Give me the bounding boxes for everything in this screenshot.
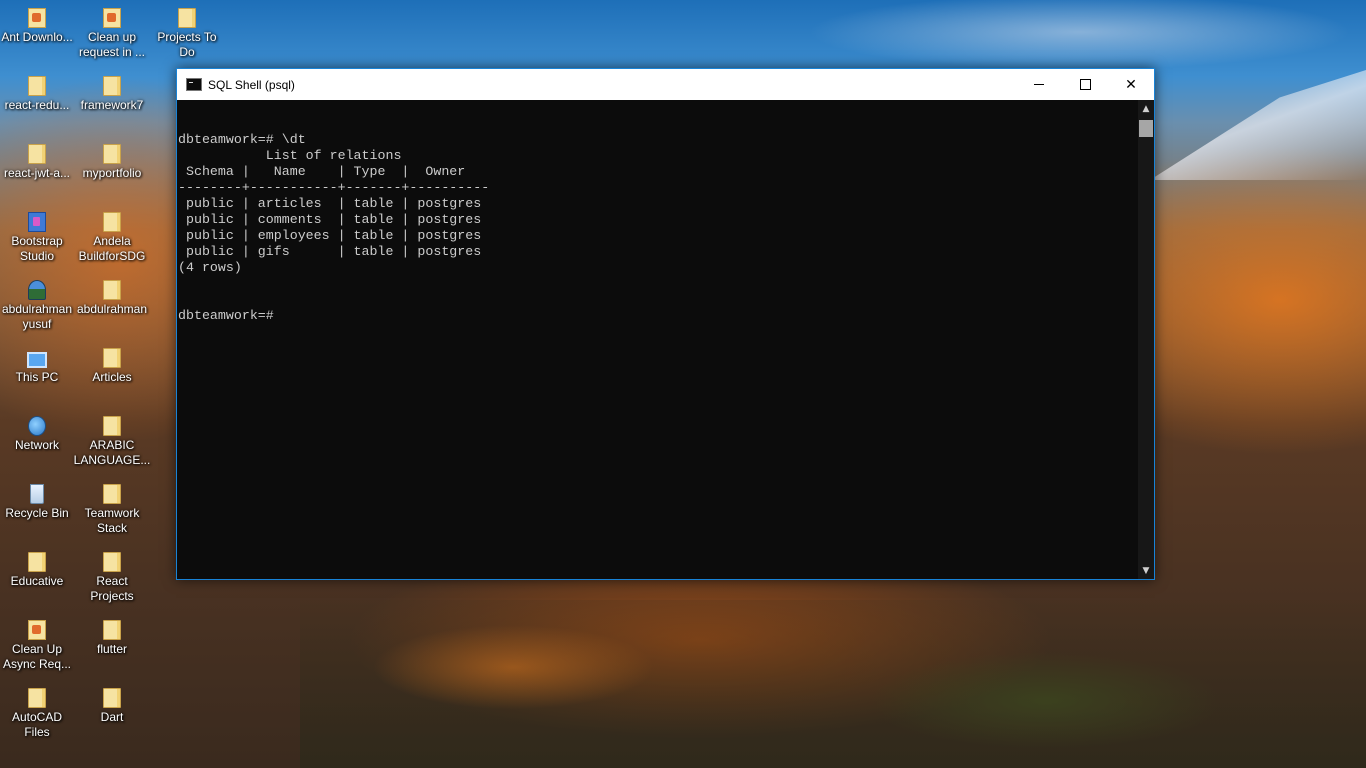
desktop-icon-label: Ant Downlo... (1, 30, 73, 44)
desktop-icon-bootstrap-studio[interactable]: Bootstrap Studio (0, 212, 74, 264)
folder-icon (103, 416, 121, 436)
user-folder-icon (28, 280, 46, 300)
desktop-icon-label: ARABIC LANGUAGE... (73, 438, 151, 467)
app-icon (28, 8, 46, 28)
folder-icon (28, 76, 46, 96)
desktop-icon-abdulrahman-yusuf[interactable]: abdulrahman yusuf (0, 280, 74, 332)
folder-icon (28, 552, 46, 572)
console-line-table-row: public | articles | table | postgres (178, 196, 482, 211)
desktop-icon-arabic-language[interactable]: ARABIC LANGUAGE... (73, 416, 151, 468)
vertical-scrollbar[interactable]: ▲ ▼ (1138, 100, 1154, 579)
folder-icon (28, 688, 46, 708)
desktop-icon-label: abdulrahman yusuf (1, 302, 73, 331)
console-output[interactable]: dbteamwork=# \dt List of relations Schem… (177, 100, 1138, 579)
close-icon: ✕ (1125, 76, 1137, 93)
desktop-icon-educative[interactable]: Educative (0, 552, 74, 589)
desktop-icon-label: react-jwt-a... (3, 166, 70, 180)
desktop-icon-label: react-redu... (4, 98, 70, 112)
folder-icon (103, 76, 121, 96)
console-line-table-row: public | employees | table | postgres (178, 228, 482, 243)
desktop-icon-label: myportfolio (82, 166, 142, 180)
wallpaper-valley (300, 600, 1366, 768)
console-line-table-separator: --------+-----------+-------+---------- (178, 180, 490, 195)
recycle-bin-icon (30, 484, 44, 504)
folder-icon (28, 144, 46, 164)
desktop-icon-framework7[interactable]: framework7 (75, 76, 149, 113)
app-icon (28, 620, 46, 640)
folder-icon (103, 620, 121, 640)
desktop-icon-label: Dart (100, 710, 124, 724)
desktop-icon-ant-download[interactable]: Ant Downlo... (0, 8, 74, 45)
desktop-icon-label: Clean up request in ... (78, 30, 146, 59)
minimize-button[interactable] (1016, 69, 1062, 100)
folder-icon (103, 144, 121, 164)
folder-icon (103, 484, 121, 504)
title-bar[interactable]: SQL Shell (psql) ✕ (177, 69, 1154, 100)
desktop-icon-label: AutoCAD Files (11, 710, 63, 739)
minimize-icon (1034, 84, 1044, 85)
desktop-icon-label: abdulrahman (76, 302, 148, 316)
desktop-icon-projects-to-do[interactable]: Projects To Do (150, 8, 224, 60)
scrollbar-thumb[interactable] (1139, 120, 1153, 137)
desktop-icon-react-jwt[interactable]: react-jwt-a... (0, 144, 74, 181)
desktop-icon-label: Articles (92, 370, 132, 384)
scroll-up-arrow-icon[interactable]: ▲ (1138, 100, 1154, 117)
desktop-icon-react-projects[interactable]: React Projects (75, 552, 149, 604)
scroll-down-arrow-icon[interactable]: ▼ (1138, 562, 1154, 579)
console-line-command: dbteamwork=# \dt (178, 132, 306, 147)
desktop-icon-abdulrahman[interactable]: abdulrahman (75, 280, 149, 317)
console-line-row-count: (4 rows) (178, 260, 242, 275)
desktop-icon-clean-up-request[interactable]: Clean up request in ... (75, 8, 149, 60)
desktop-icon-label: framework7 (80, 98, 144, 112)
desktop-icon-dart[interactable]: Dart (75, 688, 149, 725)
desktop-icon-teamwork-stack[interactable]: Teamwork Stack (75, 484, 149, 536)
wallpaper-snow-peak (1150, 70, 1366, 180)
folder-icon (103, 552, 121, 572)
sql-shell-window[interactable]: SQL Shell (psql) ✕ dbteamwork=# \dt List… (176, 68, 1155, 580)
console-line-table-title: List of relations (178, 148, 402, 163)
console-prompt[interactable]: dbteamwork=# (177, 308, 1138, 324)
desktop-icon-myportfolio[interactable]: myportfolio (75, 144, 149, 181)
desktop-icon-flutter[interactable]: flutter (75, 620, 149, 657)
bootstrap-studio-icon (28, 212, 46, 232)
folder-icon (103, 280, 121, 300)
desktop-icon-label: Clean Up Async Req... (2, 642, 72, 671)
folder-icon (103, 688, 121, 708)
window-title: SQL Shell (psql) (208, 77, 295, 92)
desktop-icon-label: Educative (10, 574, 64, 588)
desktop-icon-label: Projects To Do (157, 30, 217, 59)
desktop-icon-andela-buildforsdg[interactable]: Andela BuildforSDG (75, 212, 149, 264)
desktop-icon-label: Network (14, 438, 59, 452)
desktop-icon-articles[interactable]: Articles (75, 348, 149, 385)
desktop-icon-label: React Projects (90, 574, 134, 603)
close-button[interactable]: ✕ (1108, 69, 1154, 100)
desktop-icon-this-pc[interactable]: This PC (0, 348, 74, 385)
terminal-icon (186, 78, 202, 91)
folder-icon (103, 212, 121, 232)
folder-icon (178, 8, 196, 28)
desktop-icon-label: Bootstrap Studio (11, 234, 63, 263)
desktop-icon-recycle-bin[interactable]: Recycle Bin (0, 484, 74, 521)
desktop-icon-label: Recycle Bin (5, 506, 69, 520)
desktop-icon-network[interactable]: Network (0, 416, 74, 453)
network-icon (28, 416, 46, 436)
desktop: Ant Downlo... react-redu... react-jwt-a.… (0, 0, 1366, 768)
desktop-icon-label: Andela BuildforSDG (78, 234, 146, 263)
desktop-icon-label: flutter (96, 642, 127, 656)
desktop-icon-clean-up-async[interactable]: Clean Up Async Req... (0, 620, 74, 672)
app-icon (103, 8, 121, 28)
desktop-icon-label: Teamwork Stack (84, 506, 140, 535)
maximize-icon (1079, 79, 1091, 90)
desktop-icon-autocad-files[interactable]: AutoCAD Files (0, 688, 74, 740)
console-line-table-row: public | gifs | table | postgres (178, 244, 482, 259)
folder-icon (103, 348, 121, 368)
computer-icon (27, 352, 47, 368)
console-line-table-row: public | comments | table | postgres (178, 212, 482, 227)
maximize-button[interactable] (1062, 69, 1108, 100)
desktop-icon-label: This PC (15, 370, 59, 384)
console-line-table-header: Schema | Name | Type | Owner (178, 164, 466, 179)
desktop-icon-react-redux[interactable]: react-redu... (0, 76, 74, 113)
